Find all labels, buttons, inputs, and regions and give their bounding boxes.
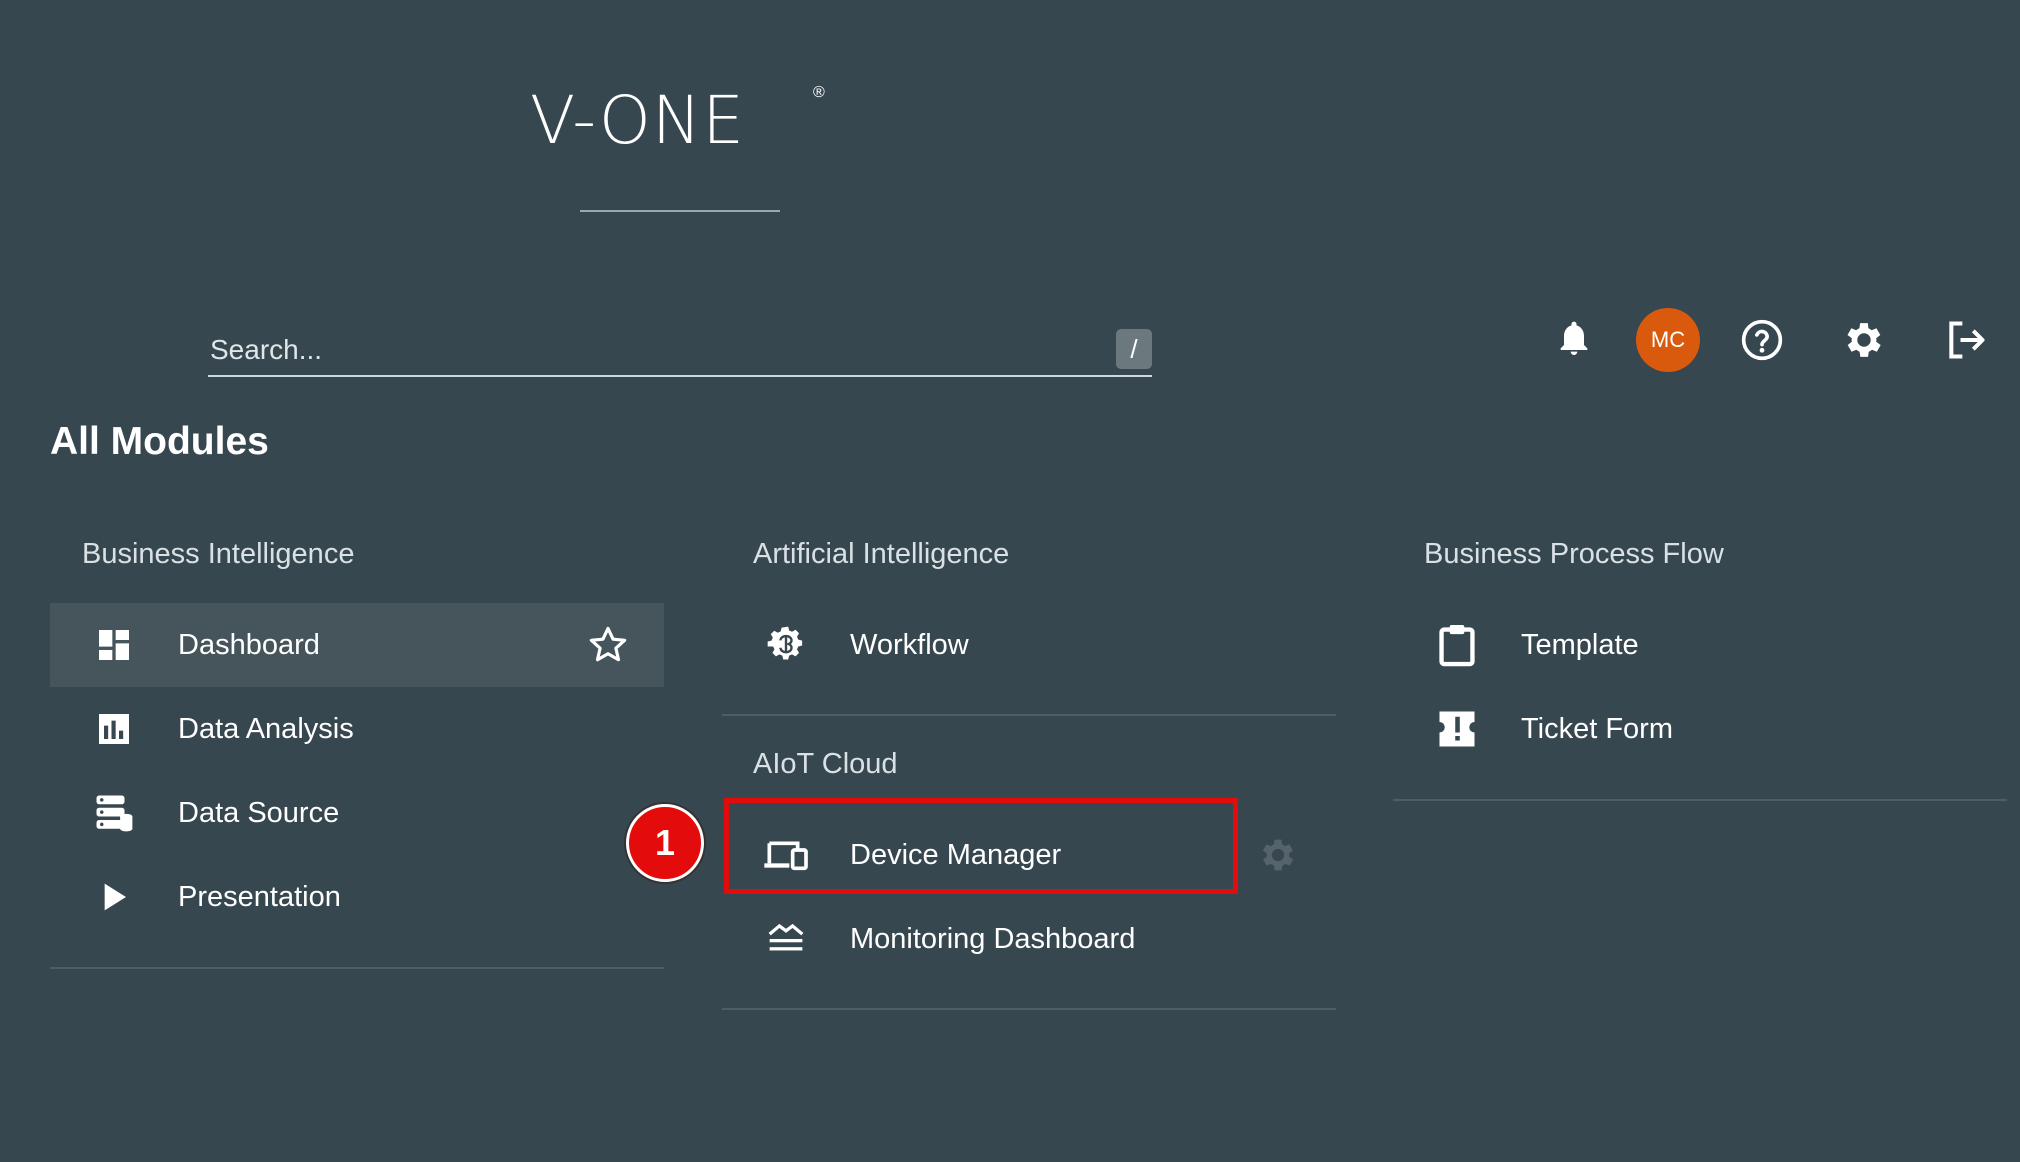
group-title-business-intelligence: Business Intelligence xyxy=(82,538,355,570)
gear-icon[interactable] xyxy=(1254,831,1302,879)
module-monitoring-dashboard[interactable]: Monitoring Dashboard xyxy=(722,897,1336,981)
dashboard-icon xyxy=(90,621,138,669)
clipboard-icon xyxy=(1433,621,1481,669)
module-label: Monitoring Dashboard xyxy=(850,922,1136,955)
annotation-step-badge: 1 xyxy=(626,804,704,882)
group-title-aiot-cloud: AIoT Cloud xyxy=(753,748,898,780)
module-label: Data Analysis xyxy=(178,712,354,745)
user-avatar[interactable]: MC xyxy=(1636,308,1700,372)
search-bar: / xyxy=(208,325,1152,377)
module-ticket-form[interactable]: Ticket Form xyxy=(1393,687,2007,771)
star-outline-icon[interactable] xyxy=(584,621,632,669)
brain-gear-icon xyxy=(762,621,810,669)
group-divider xyxy=(722,714,1336,716)
logout-icon[interactable] xyxy=(1934,308,1998,372)
module-dashboard[interactable]: Dashboard xyxy=(50,603,664,687)
module-label: Dashboard xyxy=(178,628,320,661)
help-circle-icon[interactable] xyxy=(1730,308,1794,372)
group-divider xyxy=(722,1008,1336,1010)
bar-chart-icon xyxy=(90,705,138,753)
module-data-source[interactable]: Data Source xyxy=(50,771,664,855)
module-presentation[interactable]: Presentation xyxy=(50,855,664,939)
module-template[interactable]: Template xyxy=(1393,603,2007,687)
module-label: Template xyxy=(1521,628,1639,661)
logo-divider xyxy=(580,210,780,212)
gear-icon[interactable] xyxy=(1832,308,1896,372)
app-logo: V-ONE xyxy=(530,82,745,159)
module-data-analysis[interactable]: Data Analysis xyxy=(50,687,664,771)
search-input[interactable] xyxy=(208,329,1072,371)
page-title: All Modules xyxy=(50,420,269,463)
group-title-business-process-flow: Business Process Flow xyxy=(1424,538,1724,570)
module-workflow[interactable]: Workflow xyxy=(722,603,1336,687)
group-divider xyxy=(50,967,664,969)
module-label: Workflow xyxy=(850,628,969,661)
module-label: Ticket Form xyxy=(1521,712,1673,745)
alert-ticket-icon xyxy=(1433,705,1481,753)
bell-icon[interactable] xyxy=(1542,308,1606,372)
database-icon xyxy=(90,789,138,837)
annotation-highlight-box xyxy=(724,798,1238,894)
module-label: Data Source xyxy=(178,796,340,829)
group-title-artificial-intelligence: Artificial Intelligence xyxy=(753,538,1010,570)
group-divider xyxy=(1393,799,2007,801)
search-shortcut-key: / xyxy=(1116,329,1152,369)
registered-mark: ® xyxy=(813,84,825,101)
monitoring-icon xyxy=(762,915,810,963)
play-icon xyxy=(90,873,138,921)
avatar-initials: MC xyxy=(1636,308,1700,372)
module-label: Presentation xyxy=(178,880,341,913)
